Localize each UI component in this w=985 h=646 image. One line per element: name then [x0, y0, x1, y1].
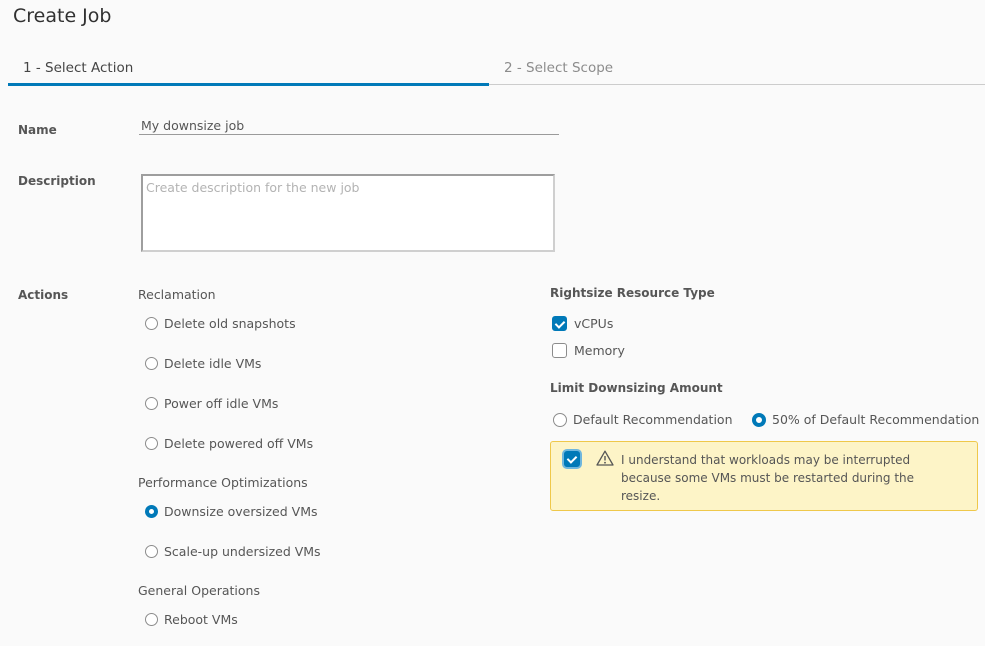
radio-reboot-vms[interactable]: Reboot VMs [145, 612, 238, 627]
tab-select-scope[interactable]: 2 - Select Scope [504, 60, 613, 76]
checkbox-label: vCPUs [574, 316, 614, 331]
page-title: Create Job [13, 5, 112, 27]
radio-button[interactable] [553, 412, 567, 427]
radio-button[interactable] [145, 545, 158, 558]
radio-label: Delete idle VMs [164, 356, 262, 371]
radio-button[interactable] [145, 357, 158, 370]
radio-label: Reboot VMs [164, 612, 238, 627]
acknowledge-checkbox[interactable] [564, 451, 580, 467]
radio-label: Default Recommendation [573, 412, 733, 427]
radio-scale-up-undersized-vms[interactable]: Scale-up undersized VMs [145, 544, 321, 559]
radio-label: Delete old snapshots [164, 316, 296, 331]
description-label: Description [18, 174, 96, 188]
active-tab-indicator [8, 83, 489, 86]
radio-downsize-oversized-vms[interactable]: Downsize oversized VMs [145, 504, 318, 519]
name-label: Name [18, 123, 57, 137]
checkbox-memory[interactable]: Memory [552, 343, 625, 358]
radio-button-selected[interactable] [145, 505, 158, 518]
checkbox[interactable] [552, 343, 567, 358]
limit-downsizing-heading: Limit Downsizing Amount [550, 381, 723, 395]
checkbox-label: Memory [574, 343, 625, 358]
description-input[interactable] [141, 174, 555, 252]
radio-button[interactable] [145, 317, 158, 330]
tab-select-action[interactable]: 1 - Select Action [23, 60, 133, 76]
group-title-reclamation: Reclamation [138, 287, 216, 302]
radio-delete-old-snapshots[interactable]: Delete old snapshots [145, 316, 296, 331]
radio-delete-powered-off-vms[interactable]: Delete powered off VMs [145, 436, 313, 451]
radio-delete-idle-vms[interactable]: Delete idle VMs [145, 356, 261, 371]
checkbox-checked[interactable] [552, 316, 567, 331]
radio-button[interactable] [145, 437, 158, 450]
warning-text: I understand that workloads may be inter… [621, 453, 915, 503]
actions-label: Actions [18, 288, 69, 302]
radio-button[interactable] [145, 397, 158, 410]
radio-default-recommendation[interactable]: Default Recommendation [553, 412, 733, 427]
group-title-general: General Operations [138, 583, 260, 598]
radio-label: Delete powered off VMs [164, 436, 314, 451]
radio-button-selected[interactable] [752, 412, 766, 427]
radio-label: 50% of Default Recommendation [772, 412, 980, 427]
checkbox-vcpus[interactable]: vCPUs [552, 316, 613, 331]
radio-label: Downsize oversized VMs [164, 504, 318, 519]
warning-triangle-icon [596, 450, 614, 466]
name-input[interactable] [139, 116, 559, 135]
radio-label: Scale-up undersized VMs [164, 544, 321, 559]
radio-button[interactable] [145, 613, 158, 626]
radio-label: Power off idle VMs [164, 396, 279, 411]
warning-alert: I understand that workloads may be inter… [550, 441, 978, 511]
group-title-performance: Performance Optimizations [138, 475, 308, 490]
wizard-tabs: 1 - Select Action 2 - Select Scope [8, 56, 985, 86]
radio-50-percent-recommendation[interactable]: 50% of Default Recommendation [752, 412, 979, 427]
rightsize-resource-type-heading: Rightsize Resource Type [550, 286, 715, 300]
radio-power-off-idle-vms[interactable]: Power off idle VMs [145, 396, 278, 411]
